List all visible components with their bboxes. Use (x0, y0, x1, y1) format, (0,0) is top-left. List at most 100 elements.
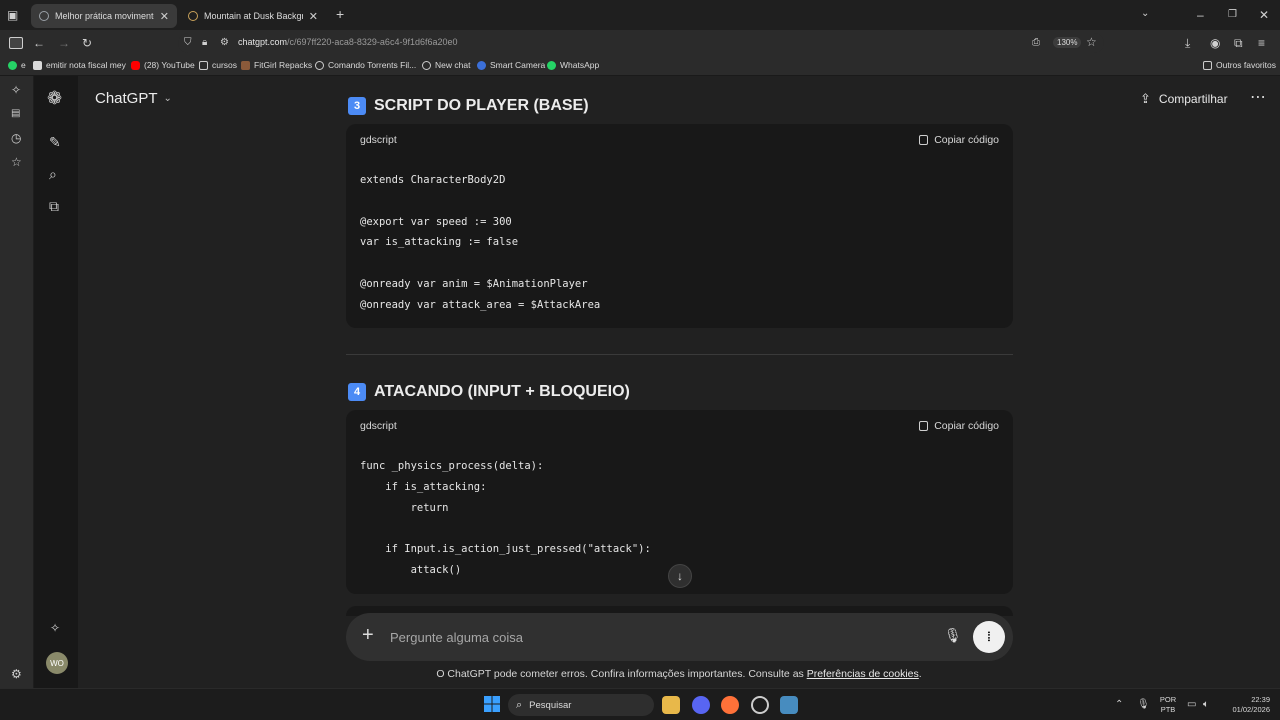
bookmark-label: New chat (435, 60, 471, 70)
sidebar-settings-icon[interactable]: ⚙ (11, 668, 22, 680)
clock-date: 01/02/2026 (1232, 705, 1270, 714)
upgrade-icon[interactable]: ✧ (50, 622, 60, 634)
shield-icon[interactable]: ⛉ (184, 37, 192, 49)
avatar[interactable]: WO (46, 652, 68, 674)
address-bar[interactable]: ⛉ 🔒︎ ⚙ chatgpt.com/c/697ff220-aca8-8329-… (178, 33, 1104, 53)
section-title: ATACANDO (INPUT + BLOQUEIO) (374, 383, 630, 400)
library-icon[interactable]: ⧉ (49, 199, 59, 213)
bookmark-item[interactable]: Smart Camera (477, 60, 545, 70)
godot-icon[interactable] (780, 696, 798, 714)
fitgirl-icon (241, 60, 250, 70)
copy-code-button[interactable]: Copiar código (919, 134, 999, 146)
bookmarks-bar: e emitir nota fiscal mey (28) YouTube cu… (0, 56, 1280, 76)
openai-logo-icon[interactable]: ❁ (47, 89, 62, 107)
bookmark-item[interactable]: WhatsApp (547, 60, 599, 70)
microphone-icon[interactable]: 🎙︎ (944, 627, 962, 644)
input-language[interactable]: POR PTB (1158, 695, 1178, 715)
history-icon[interactable]: ◷ (11, 132, 21, 144)
chatgpt-sidebar: ❁ ✎ ⌕ ⧉ ✧ WO (34, 76, 78, 688)
browser-sidebar: ✧ ▤ ◷ ☆ ⚙ (0, 76, 34, 688)
new-chat-icon[interactable]: ✎ (49, 135, 61, 149)
url-path: /c/697ff220-aca8-8329-a6c4-9f1d6f6a20e0 (287, 37, 458, 47)
tab-list-chevron-icon[interactable]: ⌄ (1141, 8, 1149, 20)
tab-close-icon[interactable]: ✕ (160, 10, 169, 23)
cookie-preferences-link[interactable]: Preferências de cookies (807, 668, 919, 680)
ai-chat-icon[interactable]: ✧ (11, 84, 21, 96)
volume-icon[interactable]: 🔈︎ (1203, 699, 1209, 711)
new-tab-icon[interactable]: + (336, 7, 344, 21)
bookmark-label: (28) YouTube (144, 60, 195, 70)
section-heading: 4 ATACANDO (INPUT + BLOQUEIO) (348, 383, 630, 401)
steam-icon[interactable] (751, 696, 769, 714)
screen: ▣ Melhor prática movimento Godot ✕ Mount… (0, 0, 1280, 720)
zoom-badge[interactable]: 130% (1053, 37, 1082, 48)
bookmark-label: emitir nota fiscal mey (46, 60, 126, 70)
bookmark-label: FitGirl Repacks (254, 60, 313, 70)
sync-tabs-icon[interactable]: ▤ (11, 108, 20, 120)
code-language: gdscript (360, 134, 397, 146)
copy-icon (919, 135, 929, 145)
model-selector[interactable]: ChatGPT ⌄ (95, 90, 172, 107)
menu-icon[interactable]: ≡ (1258, 37, 1265, 49)
more-options-icon[interactable]: ⋯ (1250, 87, 1267, 107)
other-bookmarks[interactable]: Outros favoritos (1203, 60, 1276, 70)
section-heading: 3 SCRIPT DO PLAYER (BASE) (348, 97, 589, 115)
site-settings-icon[interactable]: ⚙ (220, 37, 229, 49)
url-text: chatgpt.com/c/697ff220-aca8-8329-a6c4-9f… (238, 37, 458, 47)
clock[interactable]: 22:39 01/02/2026 (1224, 695, 1270, 715)
copy-label: Copiar código (934, 134, 999, 146)
tab-title: Mountain at Dusk Background (204, 11, 303, 21)
windows-start-icon[interactable] (484, 696, 502, 714)
copy-label: Copiar código (934, 420, 999, 432)
bookmark-item[interactable]: (28) YouTube (131, 60, 195, 70)
search-chats-icon[interactable]: ⌕ (49, 167, 57, 181)
disclaimer-end: . (918, 668, 922, 680)
keycap-number-icon: 3 (348, 97, 366, 115)
tab-inactive[interactable]: Mountain at Dusk Background ✕ (180, 4, 326, 28)
bookmark-item[interactable]: Comando Torrents Fil... (315, 60, 416, 70)
bookmark-item[interactable]: FitGirl Repacks (241, 60, 312, 70)
firefox-icon[interactable] (721, 696, 739, 714)
share-button[interactable]: ⇪ Compartilhar (1140, 91, 1228, 107)
code-content: func _physics_process(delta): if is_atta… (360, 460, 651, 576)
globe-icon (315, 60, 324, 70)
tab-actions-icon[interactable]: ▣ (7, 9, 18, 21)
tab-close-icon[interactable]: ✕ (309, 10, 318, 23)
minimize-icon[interactable]: – (1197, 9, 1204, 21)
back-icon[interactable]: ← (33, 37, 45, 49)
extensions-icon[interactable]: ⧉ (1234, 37, 1243, 49)
bookmark-item[interactable]: cursos (199, 60, 237, 70)
lang-top: POR (1159, 695, 1177, 704)
lock-icon[interactable]: 🔒︎ (202, 37, 207, 49)
bookmarks-icon[interactable]: ☆ (11, 156, 22, 168)
close-window-icon[interactable]: ✕ (1259, 9, 1269, 21)
reader-view-icon[interactable]: ⎙ (1032, 37, 1040, 49)
discord-icon[interactable] (692, 696, 710, 714)
restore-icon[interactable]: ❐ (1228, 9, 1237, 21)
youtube-icon (131, 60, 140, 70)
prompt-input[interactable] (390, 626, 930, 648)
tray-mic-icon[interactable]: 🎙︎ (1137, 699, 1150, 711)
bookmark-star-icon[interactable]: ☆ (1086, 36, 1097, 48)
bookmark-label: Outros favoritos (1216, 60, 1276, 70)
scroll-to-bottom-button[interactable]: ↓ (668, 564, 692, 588)
file-explorer-icon[interactable] (662, 696, 680, 714)
bookmark-item[interactable]: e (8, 60, 26, 70)
camera-icon (477, 60, 486, 70)
folder-icon (199, 60, 208, 70)
tray-chevron-icon[interactable]: ⌃ (1115, 699, 1123, 711)
page-icon (33, 60, 42, 70)
downloads-icon[interactable]: ⤓ (1185, 37, 1190, 49)
tab-active[interactable]: Melhor prática movimento Godot ✕ (31, 4, 177, 28)
attach-plus-icon[interactable]: + (362, 625, 374, 645)
copy-code-button[interactable]: Copiar código (919, 420, 999, 432)
network-icon[interactable]: ▭ (1187, 699, 1196, 711)
account-icon[interactable]: ◉ (1210, 37, 1220, 49)
reload-icon[interactable]: ↻ (82, 37, 92, 49)
bookmark-item[interactable]: emitir nota fiscal mey (33, 60, 126, 70)
taskbar-search[interactable]: ⌕ Pesquisar (508, 694, 654, 716)
voice-mode-button[interactable]: ⦙ (973, 621, 1005, 653)
forward-icon[interactable]: → (58, 37, 70, 49)
sidebar-toggle-icon[interactable] (9, 37, 23, 49)
bookmark-item[interactable]: New chat (422, 60, 470, 70)
